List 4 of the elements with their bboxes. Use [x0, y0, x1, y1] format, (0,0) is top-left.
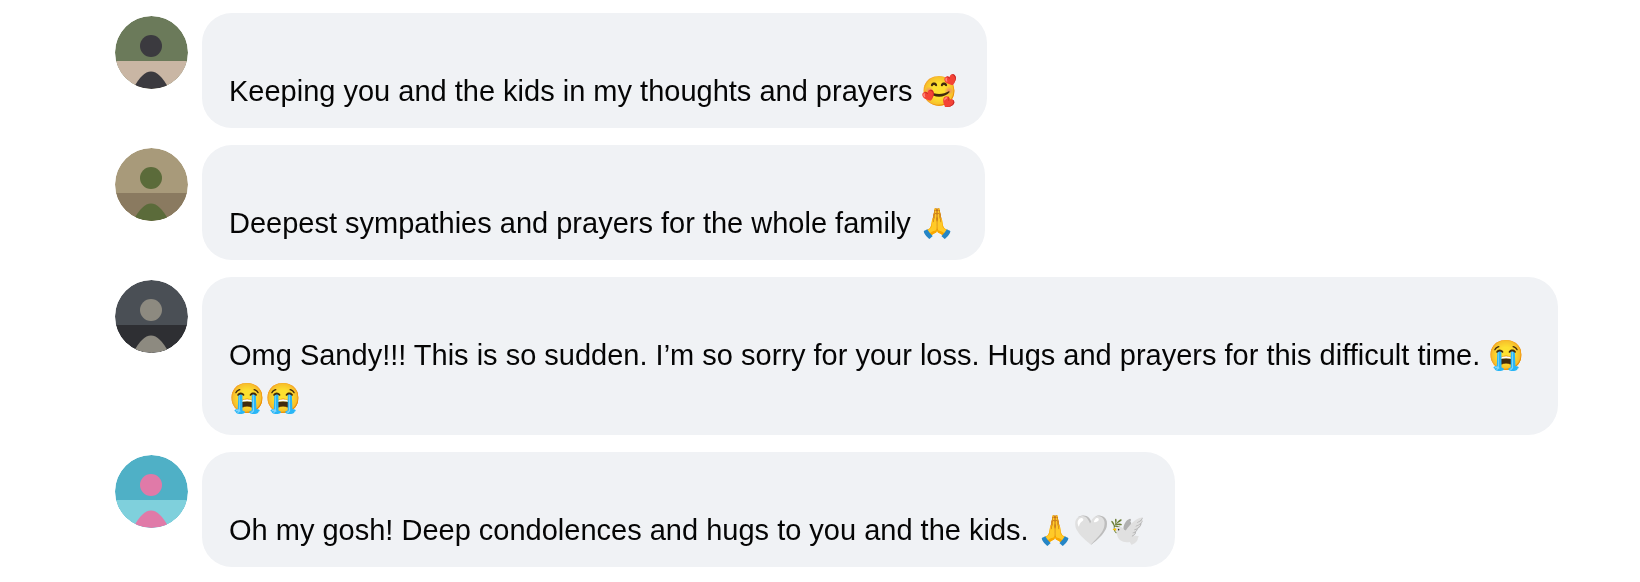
comment-text: Oh my gosh! Deep condolences and hugs to you and the kids. 🙏🤍🕊	[229, 513, 1145, 548]
comment-text: Omg Sandy!!! This is so sudden. I’m so sorry for your loss. Hugs and prayers for this difficult time. 😭😭😭	[229, 338, 1526, 416]
comment-text: Deepest sympathies and prayers for the whole family 🙏	[229, 206, 955, 241]
comment-text: Keeping you and the kids in my thoughts and prayers 🥰	[229, 73, 957, 109]
